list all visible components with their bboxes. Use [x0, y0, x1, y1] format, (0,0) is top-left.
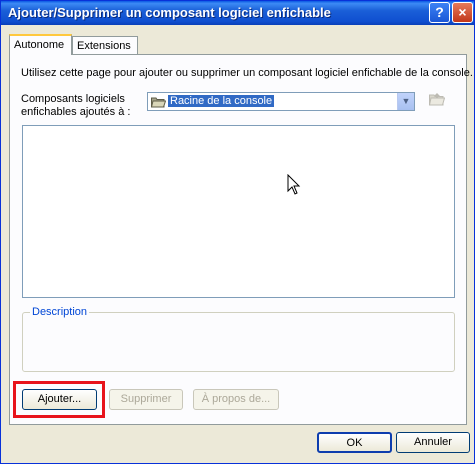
intro-text: Utilisez cette page pour ajouter ou supp… [21, 67, 473, 79]
ok-button[interactable]: OK [317, 432, 392, 453]
add-remove-snapin-dialog: Ajouter/Supprimer un composant logiciel … [0, 0, 475, 464]
dropdown-value: Racine de la console [168, 95, 275, 107]
folder-icon [150, 96, 167, 111]
combo-label-line1: Composants logiciels [21, 93, 125, 105]
description-legend: Description [30, 306, 90, 318]
add-button[interactable]: Ajouter... [22, 389, 97, 410]
description-group: Description [22, 306, 455, 372]
window-title: Ajouter/Supprimer un composant logiciel … [8, 5, 331, 20]
about-button[interactable]: À propos de... [193, 389, 279, 410]
close-button[interactable]: × [452, 2, 473, 23]
combo-label: Composants logiciels enfichables ajoutés… [21, 93, 130, 119]
tab-autonome[interactable]: Autonome [9, 34, 72, 55]
cancel-button[interactable]: Annuler [396, 432, 470, 453]
help-button[interactable]: ? [429, 2, 450, 23]
up-folder-icon[interactable] [428, 92, 446, 109]
tab-extensions[interactable]: Extensions [72, 36, 138, 55]
mouse-cursor-icon [287, 173, 301, 199]
chevron-down-icon[interactable]: ▼ [397, 93, 414, 110]
tab-panel: Utilisez cette page pour ajouter ou supp… [9, 54, 473, 425]
snapin-parent-dropdown[interactable]: Racine de la console ▼ [147, 92, 415, 111]
title-bar[interactable]: Ajouter/Supprimer un composant logiciel … [1, 1, 474, 25]
snapin-list[interactable] [22, 125, 455, 298]
combo-label-line2: enfichables ajoutés à : [21, 106, 131, 118]
remove-button[interactable]: Supprimer [109, 389, 183, 410]
